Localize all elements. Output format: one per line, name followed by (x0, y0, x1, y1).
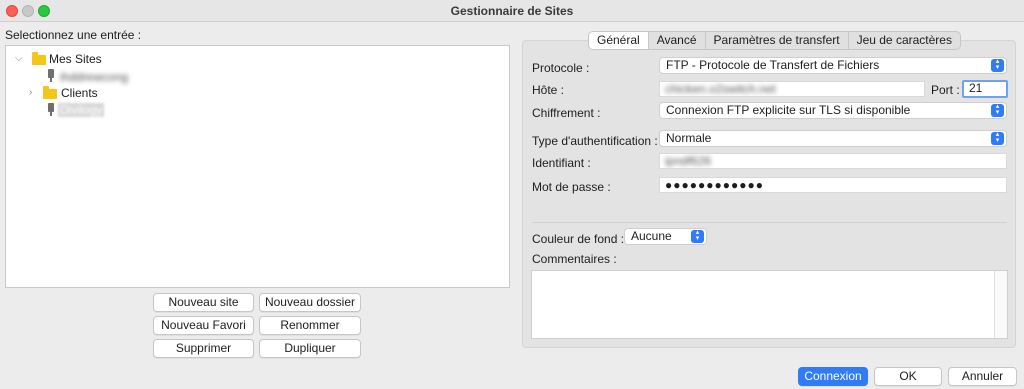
ok-button[interactable]: OK (874, 367, 942, 386)
encryption-label: Chiffrement : (532, 106, 601, 120)
updown-arrows-icon: ▴ ▾ (691, 229, 704, 243)
section-divider (532, 222, 1007, 223)
updown-arrows-icon: ▴ ▾ (991, 131, 1004, 145)
title-bar: Gestionnaire de Sites (0, 0, 1024, 22)
tree-item-label: Clients (61, 86, 98, 100)
encryption-select[interactable]: Connexion FTP explicite sur TLS si dispo… (659, 102, 1007, 119)
tree-item-divilogy[interactable]: Divilogy (6, 102, 506, 119)
port-input[interactable]: 21 (962, 80, 1008, 98)
tree-item-site[interactable]: ihddrewcong (6, 68, 506, 85)
tree-item-label: ihddrewcong (60, 70, 129, 84)
tree-item-label: Mes Sites (49, 52, 102, 66)
select-entry-label: Selectionnez une entrée : (5, 28, 142, 42)
host-input[interactable]: chicken.o2switch.net (659, 81, 925, 97)
folder-icon (32, 52, 46, 65)
username-value: ipndf626 (665, 154, 712, 168)
scrollbar[interactable] (994, 271, 1007, 338)
updown-arrows-icon: ▴ ▾ (991, 58, 1004, 72)
auth-type-value: Normale (666, 131, 712, 145)
bgcolor-select[interactable]: Aucune ▴ ▾ (624, 228, 707, 245)
protocol-select[interactable]: FTP - Protocole de Transfert de Fichiers… (659, 57, 1007, 74)
chevron-right-icon[interactable]: › (29, 87, 32, 98)
server-icon (48, 69, 54, 82)
host-label: Hôte : (532, 83, 565, 97)
site-tree[interactable]: ⌵ Mes Sites ihddrewcong › Clients Divilo… (5, 45, 510, 288)
username-label: Identifiant : (532, 156, 591, 170)
new-folder-button[interactable]: Nouveau dossier (259, 293, 361, 312)
port-label: Port : (931, 83, 960, 97)
encryption-value: Connexion FTP explicite sur TLS si dispo… (666, 103, 911, 117)
new-site-button[interactable]: Nouveau site (153, 293, 254, 312)
password-label: Mot de passe : (532, 180, 611, 194)
folder-icon (43, 86, 57, 99)
password-input[interactable]: ●●●●●●●●●●●● (659, 177, 1007, 193)
delete-button[interactable]: Supprimer (153, 339, 254, 358)
tab-bar: Général Avancé Paramètres de transfert J… (588, 31, 961, 50)
tab-general[interactable]: Général (589, 32, 649, 49)
new-bookmark-button[interactable]: Nouveau Favori (153, 316, 254, 335)
tab-transfer-settings[interactable]: Paramètres de transfert (706, 32, 849, 49)
tab-advanced[interactable]: Avancé (649, 32, 706, 49)
comments-label: Commentaires : (532, 252, 617, 266)
tree-item-label: Divilogy (58, 103, 105, 117)
host-value: chicken.o2switch.net (665, 82, 776, 96)
protocol-value: FTP - Protocole de Transfert de Fichiers (666, 58, 880, 72)
comments-textarea[interactable] (531, 270, 1008, 339)
rename-button[interactable]: Renommer (259, 316, 361, 335)
chevron-down-icon[interactable]: ⌵ (15, 53, 23, 64)
username-input[interactable]: ipndf626 (659, 153, 1007, 169)
window-title: Gestionnaire de Sites (450, 4, 574, 18)
tree-item-clients[interactable]: › Clients (6, 85, 506, 102)
bgcolor-label: Couleur de fond : (532, 232, 625, 246)
tree-item-mes-sites[interactable]: ⌵ Mes Sites (6, 51, 506, 68)
bgcolor-value: Aucune (631, 229, 672, 243)
updown-arrows-icon: ▴ ▾ (991, 103, 1004, 117)
protocol-label: Protocole : (532, 61, 590, 75)
tab-charset[interactable]: Jeu de caractères (849, 32, 960, 49)
duplicate-button[interactable]: Dupliquer (259, 339, 361, 358)
connect-button[interactable]: Connexion (798, 367, 868, 386)
server-icon (48, 103, 54, 116)
auth-type-select[interactable]: Normale ▴ ▾ (659, 130, 1007, 147)
auth-type-label: Type d'authentification : (532, 134, 658, 148)
cancel-button[interactable]: Annuler (948, 367, 1017, 386)
